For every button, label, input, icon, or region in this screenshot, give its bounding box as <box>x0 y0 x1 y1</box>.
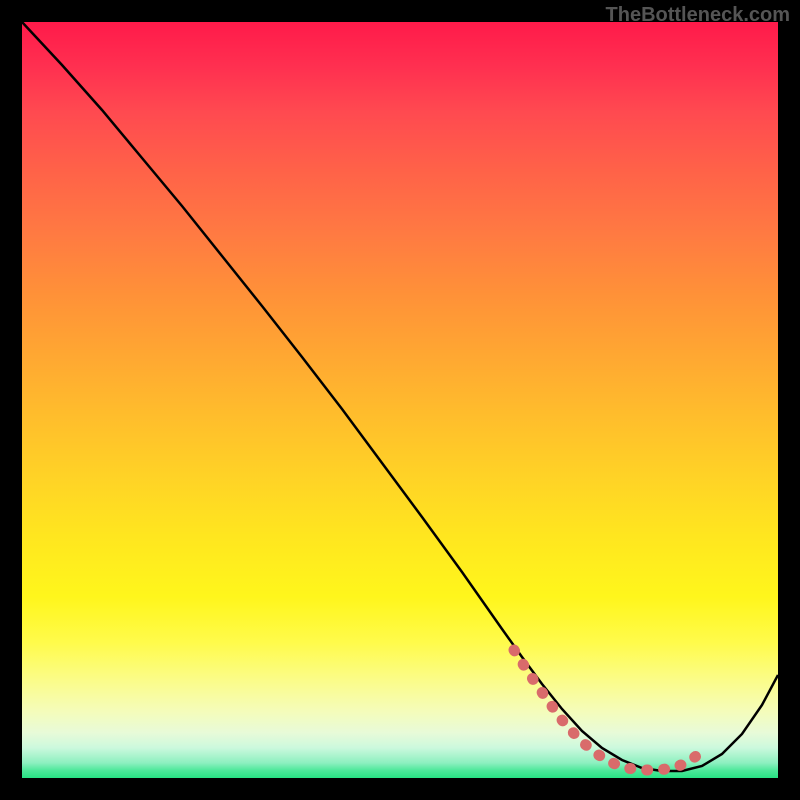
watermark-text: TheBottleneck.com <box>606 4 790 27</box>
chart-svg <box>22 22 778 778</box>
bottleneck-curve <box>22 22 778 771</box>
chart-area <box>22 22 778 778</box>
